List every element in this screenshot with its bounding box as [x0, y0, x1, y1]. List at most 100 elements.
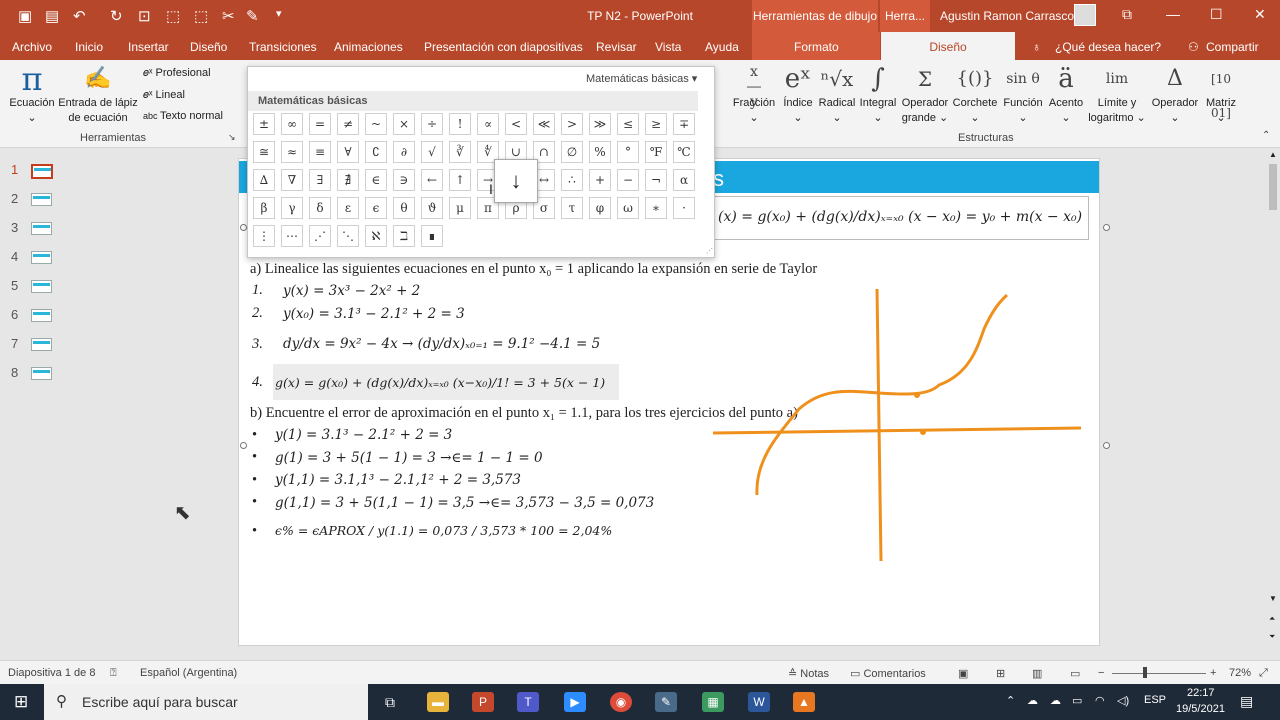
symbol-button[interactable]: α — [673, 169, 695, 191]
zoom-out-icon[interactable]: − — [1098, 667, 1104, 679]
clock-time[interactable]: 22:17 — [1187, 687, 1215, 699]
symbol-button[interactable]: ℶ — [393, 225, 415, 247]
symbol-button[interactable]: ℵ — [365, 225, 387, 247]
slideshow-icon[interactable]: ▭ — [1070, 667, 1080, 680]
symbol-button[interactable]: ↑ — [449, 169, 471, 191]
tell-me-search[interactable]: ¿Qué desea hacer? — [1055, 40, 1161, 54]
symbol-button[interactable]: δ — [309, 197, 331, 219]
paint-icon[interactable]: ✎ — [655, 692, 677, 712]
symbol-button[interactable]: τ — [561, 197, 583, 219]
reading-view-icon[interactable]: ▥ — [1032, 667, 1042, 680]
symbol-button[interactable]: ≠ — [337, 113, 359, 135]
collapse-ribbon-icon[interactable]: ⌃ — [1262, 130, 1270, 141]
resize-grip-icon[interactable]: ⋰ — [706, 247, 713, 255]
matlab-icon[interactable]: ▲ — [793, 692, 815, 712]
symbol-button[interactable]: ∆ — [253, 169, 275, 191]
volume-icon[interactable]: ◁) — [1117, 694, 1129, 707]
symbol-button[interactable]: ← — [421, 169, 443, 191]
tab-ayuda[interactable]: Ayuda — [705, 40, 739, 54]
calculator-icon[interactable]: ▦ — [702, 692, 724, 712]
dialog-launcher-icon[interactable]: ↘ — [228, 132, 236, 143]
symbol-button[interactable]: · — [673, 197, 695, 219]
symbol-button[interactable]: ∝ — [477, 113, 499, 135]
tab-archivo[interactable]: Archivo — [12, 40, 52, 54]
acento-button[interactable]: ä Acento ⌄ — [1044, 62, 1088, 126]
integral-button[interactable]: ∫ Integral ⌄ — [856, 62, 900, 126]
symbol-button[interactable]: ∀ — [337, 141, 359, 163]
symbol-button[interactable]: + — [589, 169, 611, 191]
taskbar-search[interactable]: ⚲ Escribe aquí para buscar — [44, 684, 368, 720]
symbol-button[interactable]: ∅ — [561, 141, 583, 163]
tray-expand-icon[interactable]: ⌃ — [1006, 694, 1015, 707]
spellcheck-icon[interactable]: ⍰ — [110, 667, 117, 680]
symbol-button[interactable]: ε — [337, 197, 359, 219]
matriz-button[interactable]: [10 01] Matriz ⌄ — [1200, 62, 1242, 126]
battery-icon[interactable]: ▭ — [1072, 694, 1082, 707]
symbol-button[interactable]: ∎ — [421, 225, 443, 247]
symbol-button[interactable]: ≡ — [309, 141, 331, 163]
zoom-icon[interactable]: ▶ — [564, 692, 586, 712]
symbol-button[interactable]: ÷ — [421, 113, 443, 135]
tab-formato[interactable]: Formato — [794, 40, 839, 54]
slide-thumbnail[interactable] — [31, 338, 52, 351]
language-tray[interactable]: ESP — [1144, 694, 1166, 706]
symbol-button[interactable]: γ — [281, 197, 303, 219]
tab-diseno-ecuacion[interactable]: Diseño — [881, 32, 1015, 60]
tab-revisar[interactable]: Revisar — [596, 40, 637, 54]
symbol-button[interactable]: > — [561, 113, 583, 135]
chrome-icon[interactable]: ◉ — [610, 692, 632, 712]
slide-thumbnail[interactable] — [31, 193, 52, 206]
wifi-icon[interactable]: ◠ — [1095, 694, 1105, 707]
close-icon[interactable]: ✕ — [1254, 6, 1266, 23]
file-explorer-icon[interactable]: ▬ — [427, 692, 449, 712]
symbol-button[interactable]: ! — [449, 113, 471, 135]
user-name[interactable]: Agustin Ramon Carrasco — [940, 9, 1074, 23]
onedrive-icon[interactable]: ☁ — [1027, 694, 1038, 707]
symbol-button[interactable]: ⋮ — [253, 225, 275, 247]
tab-transiciones[interactable]: Transiciones — [249, 40, 317, 54]
comments-button[interactable]: ▭ Comentarios — [850, 667, 926, 680]
zoom-in-icon[interactable]: + — [1210, 667, 1216, 679]
zoom-level[interactable]: 72% — [1229, 667, 1251, 679]
symbol-button[interactable]: ⋱ — [337, 225, 359, 247]
tab-presentacion[interactable]: Presentación con diapositivas — [424, 40, 583, 54]
symbol-button[interactable]: ~ — [365, 113, 387, 135]
symbol-button[interactable]: ω — [617, 197, 639, 219]
symbol-button[interactable]: ∇ — [281, 169, 303, 191]
teams-icon[interactable]: T — [517, 692, 539, 712]
scroll-up-icon[interactable]: ▲ — [1269, 150, 1277, 159]
scroll-thumb[interactable] — [1269, 164, 1277, 210]
symbol-button[interactable]: ϵ — [365, 197, 387, 219]
symbol-button[interactable]: ∞ — [281, 113, 303, 135]
clock-date[interactable]: 19/5/2021 — [1176, 703, 1225, 715]
language-indicator[interactable]: Español (Argentina) — [140, 667, 237, 679]
symbol-button[interactable]: = — [309, 113, 331, 135]
symbol-button[interactable]: ∋ — [393, 169, 415, 191]
normal-view-icon[interactable]: ▣ — [958, 667, 968, 680]
slide-thumbnail[interactable] — [31, 222, 52, 235]
ribbon-display-icon[interactable]: ⧉ — [1122, 6, 1132, 23]
ink-equation-button[interactable]: ✍ Entrada de lápiz de ecuación — [58, 62, 138, 126]
indice-button[interactable]: eˣ Índice ⌄ — [778, 62, 818, 126]
texto-normal-button[interactable]: abc Texto normal — [143, 110, 223, 122]
symbol-button[interactable]: ⋯ — [281, 225, 303, 247]
symbol-button[interactable]: ≈ — [281, 141, 303, 163]
tab-inicio[interactable]: Inicio — [75, 40, 103, 54]
prev-slide-icon[interactable]: ⏶ — [1269, 614, 1275, 624]
selection-handle[interactable] — [1103, 442, 1110, 449]
symbol-button[interactable]: ∓ — [673, 113, 695, 135]
zoom-slider-thumb[interactable] — [1143, 667, 1147, 678]
notifications-icon[interactable]: ▤ — [1240, 693, 1253, 710]
symbol-button[interactable]: √ — [421, 141, 443, 163]
symbol-button[interactable]: ∴ — [561, 169, 583, 191]
slide-thumbnail[interactable] — [31, 164, 53, 179]
next-slide-icon[interactable]: ⏷ — [1269, 632, 1275, 642]
selection-handle[interactable] — [240, 224, 247, 231]
fit-slide-icon[interactable]: ⤢ — [1259, 667, 1268, 680]
symbol-button[interactable]: ∛ — [449, 141, 471, 163]
symbol-button[interactable]: ℃ — [673, 141, 695, 163]
symbol-button[interactable]: % — [589, 141, 611, 163]
slide-thumbnail[interactable] — [31, 309, 52, 322]
symbol-button[interactable]: θ — [393, 197, 415, 219]
gallery-category-dropdown[interactable]: Matemáticas básicas ▾ — [586, 72, 697, 85]
